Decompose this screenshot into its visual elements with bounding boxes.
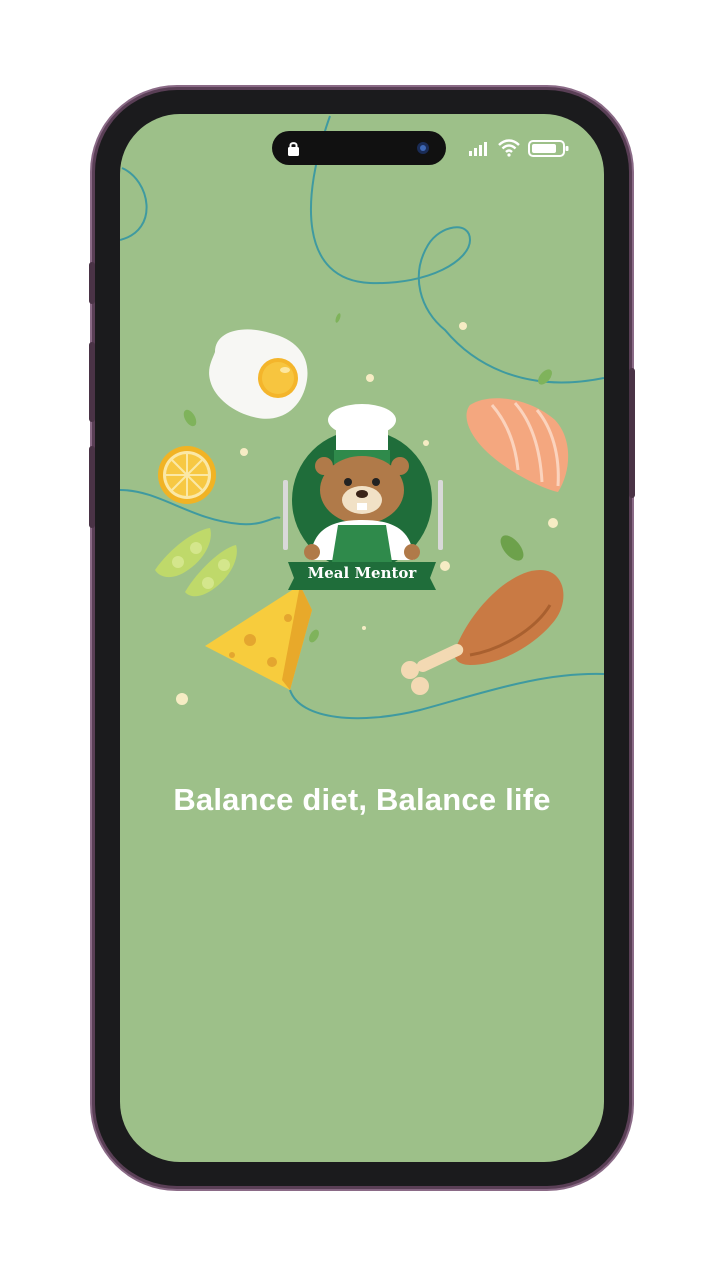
front-camera-icon (417, 142, 429, 154)
battery-icon (528, 140, 569, 157)
wifi-icon (498, 139, 520, 157)
fried-egg-illustration (209, 329, 308, 419)
beaver-chef-logo (283, 404, 443, 590)
lemon-slice-illustration (158, 446, 216, 504)
logo-text: Meal Mentor (307, 564, 417, 582)
cheese-illustration (205, 585, 312, 690)
signal-icon (469, 142, 487, 156)
food-illustrations (120, 115, 604, 720)
lock-icon (288, 142, 299, 156)
tagline: Balance diet, Balance life (173, 782, 551, 817)
salmon-illustration (466, 398, 569, 492)
edamame-illustration (155, 528, 237, 597)
